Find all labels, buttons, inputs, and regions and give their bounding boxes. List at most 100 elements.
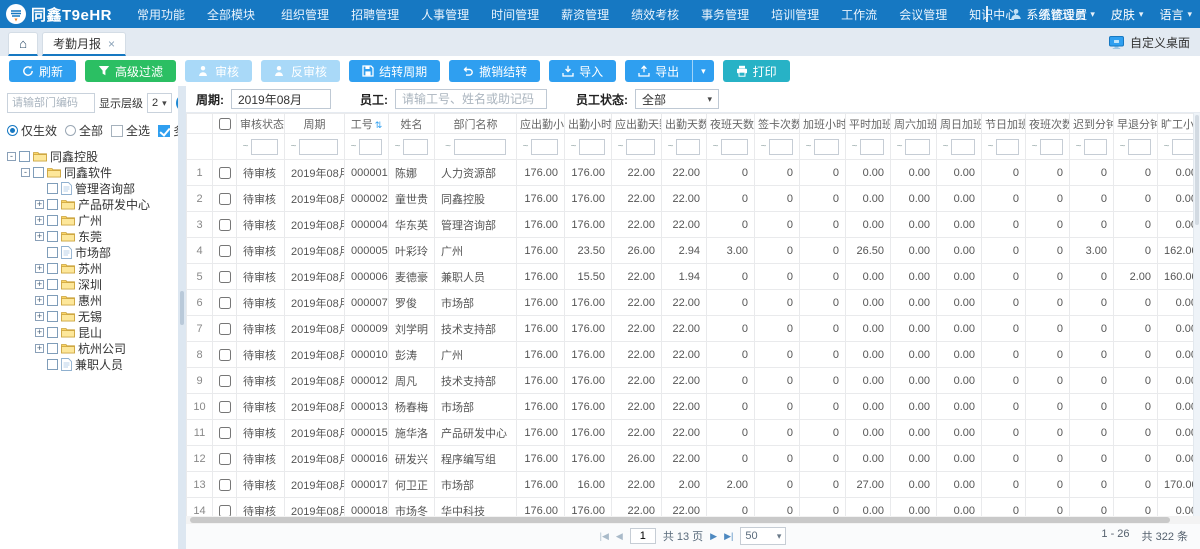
column-header[interactable]: 迟到分钟 <box>1070 114 1114 134</box>
column-filter-input[interactable] <box>676 139 700 155</box>
tree-node[interactable]: +杭州公司 <box>7 340 174 356</box>
tree-node-checkbox[interactable] <box>33 167 44 178</box>
employee-search-input[interactable] <box>395 89 547 109</box>
column-filter-input[interactable] <box>1128 139 1151 155</box>
column-filter-input[interactable] <box>1084 139 1107 155</box>
column-header[interactable]: 周期 <box>285 114 345 134</box>
tree-node[interactable]: -同鑫控股 <box>7 148 174 164</box>
expand-node-icon[interactable]: + <box>35 216 44 225</box>
column-header[interactable]: 出勤小时 <box>565 114 612 134</box>
column-filter-input[interactable] <box>721 139 748 155</box>
select-all-rows-checkbox[interactable] <box>219 118 231 130</box>
tree-node-checkbox[interactable] <box>47 295 58 306</box>
table-row[interactable]: 14待审核2019年08月000018市场冬华中科技176.00176.0022… <box>187 498 1200 516</box>
export-button[interactable]: 导出 ▾ <box>625 60 714 82</box>
tree-node[interactable]: 兼职人员 <box>7 356 174 372</box>
column-header[interactable]: 早退分钟 <box>1114 114 1158 134</box>
top-menu-item[interactable]: 薪资管理 <box>550 6 620 23</box>
tree-node[interactable]: +深圳 <box>7 276 174 292</box>
row-checkbox[interactable] <box>219 193 231 205</box>
print-button[interactable]: 打印 <box>723 60 790 82</box>
row-checkbox[interactable] <box>219 245 231 257</box>
tree-node[interactable]: 市场部 <box>7 244 174 260</box>
tree-node-checkbox[interactable] <box>47 199 58 210</box>
top-menu-item[interactable]: 培训管理 <box>760 6 830 23</box>
table-row[interactable]: 11待审核2019年08月000015施华洛产品研发中心176.00176.00… <box>187 420 1200 446</box>
table-row[interactable]: 6待审核2019年08月000007罗俊市场部176.00176.0022.00… <box>187 290 1200 316</box>
top-menu-item[interactable]: 绩效考核 <box>620 6 690 23</box>
top-menu-item[interactable]: 招聘管理 <box>340 6 410 23</box>
export-dropdown-button[interactable]: ▾ <box>692 60 714 82</box>
table-row[interactable]: 8待审核2019年08月000010彭涛广州176.00176.0022.002… <box>187 342 1200 368</box>
column-filter-input[interactable] <box>251 139 278 155</box>
tree-node[interactable]: +苏州 <box>7 260 174 276</box>
employee-status-select[interactable]: 全部 ▾ <box>635 89 719 109</box>
expand-node-icon[interactable]: + <box>35 312 44 321</box>
column-filter-input[interactable] <box>579 139 605 155</box>
column-header[interactable]: 周六加班 <box>891 114 937 134</box>
table-row[interactable]: 1待审核2019年08月000001陈娜人力资源部176.00176.0022.… <box>187 160 1200 186</box>
unaudit-button[interactable]: 反审核 <box>261 60 340 82</box>
vertical-scroll-thumb[interactable] <box>1195 115 1199 225</box>
top-menu-item[interactable]: 事务管理 <box>690 6 760 23</box>
column-header[interactable]: 姓名 <box>389 114 435 134</box>
table-row[interactable]: 7待审核2019年08月000009刘学明技术支持部176.00176.0022… <box>187 316 1200 342</box>
column-header[interactable]: 夜班天数 <box>707 114 755 134</box>
column-header[interactable]: 应出勤小时 <box>517 114 565 134</box>
tree-node-checkbox[interactable] <box>47 279 58 290</box>
first-page-button[interactable]: |◀ <box>600 531 609 542</box>
tree-node[interactable]: -同鑫软件 <box>7 164 174 180</box>
column-header[interactable]: 加班小时 <box>800 114 846 134</box>
top-menu-item[interactable]: 会议管理 <box>888 6 958 23</box>
tree-node-checkbox[interactable] <box>47 327 58 338</box>
table-row[interactable]: 2待审核2019年08月000002童世贵同鑫控股176.00176.0022.… <box>187 186 1200 212</box>
column-filter-input[interactable] <box>769 139 793 155</box>
last-page-button[interactable]: ▶| <box>724 531 733 542</box>
carry-period-button[interactable]: 结转周期 <box>349 60 440 82</box>
row-checkbox[interactable] <box>219 479 231 491</box>
advanced-filter-button[interactable]: 高级过滤 <box>85 60 176 82</box>
table-row[interactable]: 10待审核2019年08月000013杨春梅市场部176.00176.0022.… <box>187 394 1200 420</box>
tree-node-checkbox[interactable] <box>47 311 58 322</box>
column-filter-input[interactable] <box>531 139 558 155</box>
multi-select-checkbox[interactable] <box>158 125 170 137</box>
tree-node-checkbox[interactable] <box>47 359 58 370</box>
column-header[interactable]: 出勤天数 <box>662 114 707 134</box>
prev-page-button[interactable]: ◀ <box>616 531 623 542</box>
import-button[interactable]: 导入 <box>549 60 616 82</box>
tree-node[interactable]: +无锡 <box>7 308 174 324</box>
expand-node-icon[interactable]: + <box>35 264 44 273</box>
table-row[interactable]: 3待审核2019年08月000004华东英管理咨询部176.00176.0022… <box>187 212 1200 238</box>
row-checkbox[interactable] <box>219 401 231 413</box>
expand-node-icon[interactable]: + <box>35 200 44 209</box>
row-checkbox[interactable] <box>219 219 231 231</box>
column-filter-input[interactable] <box>905 139 930 155</box>
table-row[interactable]: 12待审核2019年08月000016研发兴程序编写组176.00176.002… <box>187 446 1200 472</box>
collapse-node-icon[interactable]: - <box>21 168 30 177</box>
horizontal-scrollbar[interactable] <box>186 516 1200 524</box>
top-menu-item[interactable]: 时间管理 <box>480 6 550 23</box>
tree-node-checkbox[interactable] <box>47 231 58 242</box>
panel-splitter[interactable] <box>178 86 186 549</box>
level-select[interactable]: 2 ▾ <box>147 93 172 113</box>
refresh-button[interactable]: 刷新 <box>9 60 76 82</box>
tree-node[interactable]: 管理咨询部 <box>7 180 174 196</box>
top-menu-item[interactable]: 全部模块 <box>196 6 266 23</box>
tree-node[interactable]: +东莞 <box>7 228 174 244</box>
table-row[interactable]: 13待审核2019年08月000017何卫正市场部176.0016.0022.0… <box>187 472 1200 498</box>
row-checkbox[interactable] <box>219 271 231 283</box>
column-filter-input[interactable] <box>454 139 506 155</box>
expand-node-icon[interactable]: + <box>35 296 44 305</box>
tree-node[interactable]: +惠州 <box>7 292 174 308</box>
dept-code-search-input[interactable] <box>7 93 95 113</box>
expand-node-icon[interactable]: + <box>35 232 44 241</box>
column-filter-input[interactable] <box>626 139 655 155</box>
expand-node-icon[interactable]: + <box>35 344 44 353</box>
top-menu-item[interactable]: 工作流 <box>830 6 888 23</box>
row-checkbox[interactable] <box>219 349 231 361</box>
top-menu-item[interactable]: 组织管理 <box>270 6 340 23</box>
column-header[interactable]: 平时加班 <box>846 114 891 134</box>
column-header[interactable]: 夜班次数 <box>1026 114 1070 134</box>
page-size-select[interactable]: 50 ▾ <box>740 527 786 545</box>
row-checkbox[interactable] <box>219 167 231 179</box>
